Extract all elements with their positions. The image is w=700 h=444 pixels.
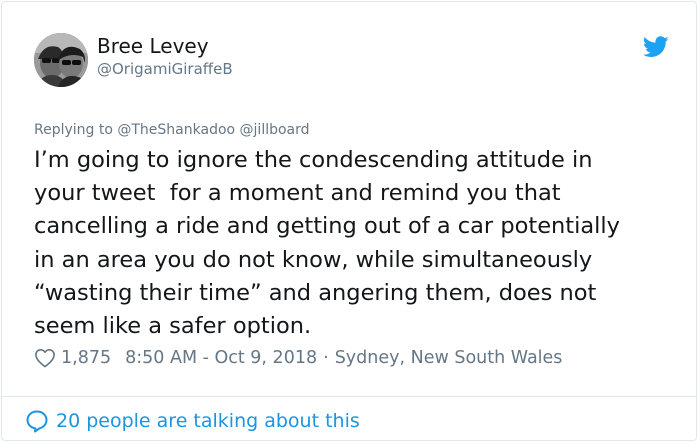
avatar[interactable] <box>34 33 88 87</box>
tweet-text: I’m going to ignore the condescending at… <box>34 144 674 343</box>
tweet-text-line: “wasting their time” and angering them, … <box>34 279 597 306</box>
conversation-link[interactable]: 20 people are talking about this <box>25 406 360 436</box>
tweet-meta-row: 1,875 8:50 AM - Oct 9, 2018 · Sydney, Ne… <box>34 345 562 371</box>
speech-bubble-icon <box>26 410 48 433</box>
author-handle[interactable]: @OrigamiGiraffeB <box>97 60 233 78</box>
tweet-text-line: I’m going to ignore the condescending at… <box>34 147 593 173</box>
author-display-name[interactable]: Bree Levey <box>97 34 209 58</box>
like-count[interactable]: 1,875 <box>61 348 111 368</box>
tweet-text-line: seem like a safer option. <box>34 313 312 340</box>
conversation-label[interactable]: 20 people are talking about this <box>56 410 360 432</box>
heart-outline-icon[interactable] <box>34 348 56 368</box>
embedded-tweet-card: Bree Levey @OrigamiGiraffeB Replying to … <box>1 1 697 441</box>
tweet-timestamp[interactable]: 8:50 AM - Oct 9, 2018 <box>125 348 317 368</box>
tweet-text-line: your tweet for a moment and remind you t… <box>34 180 561 207</box>
tweet-text-line: cancelling a ride and getting out of a c… <box>34 213 620 240</box>
tweet-text-line: in an area you do not know, while simult… <box>34 246 593 273</box>
tweet-location[interactable]: Sydney, New South Wales <box>335 348 563 368</box>
avatar-photo <box>34 33 88 87</box>
meta-separator: · <box>323 348 329 368</box>
replying-to-line[interactable]: Replying to @TheShankadoo @jillboard <box>34 122 310 138</box>
twitter-bird-icon[interactable] <box>643 36 669 58</box>
footer-divider <box>2 396 696 397</box>
